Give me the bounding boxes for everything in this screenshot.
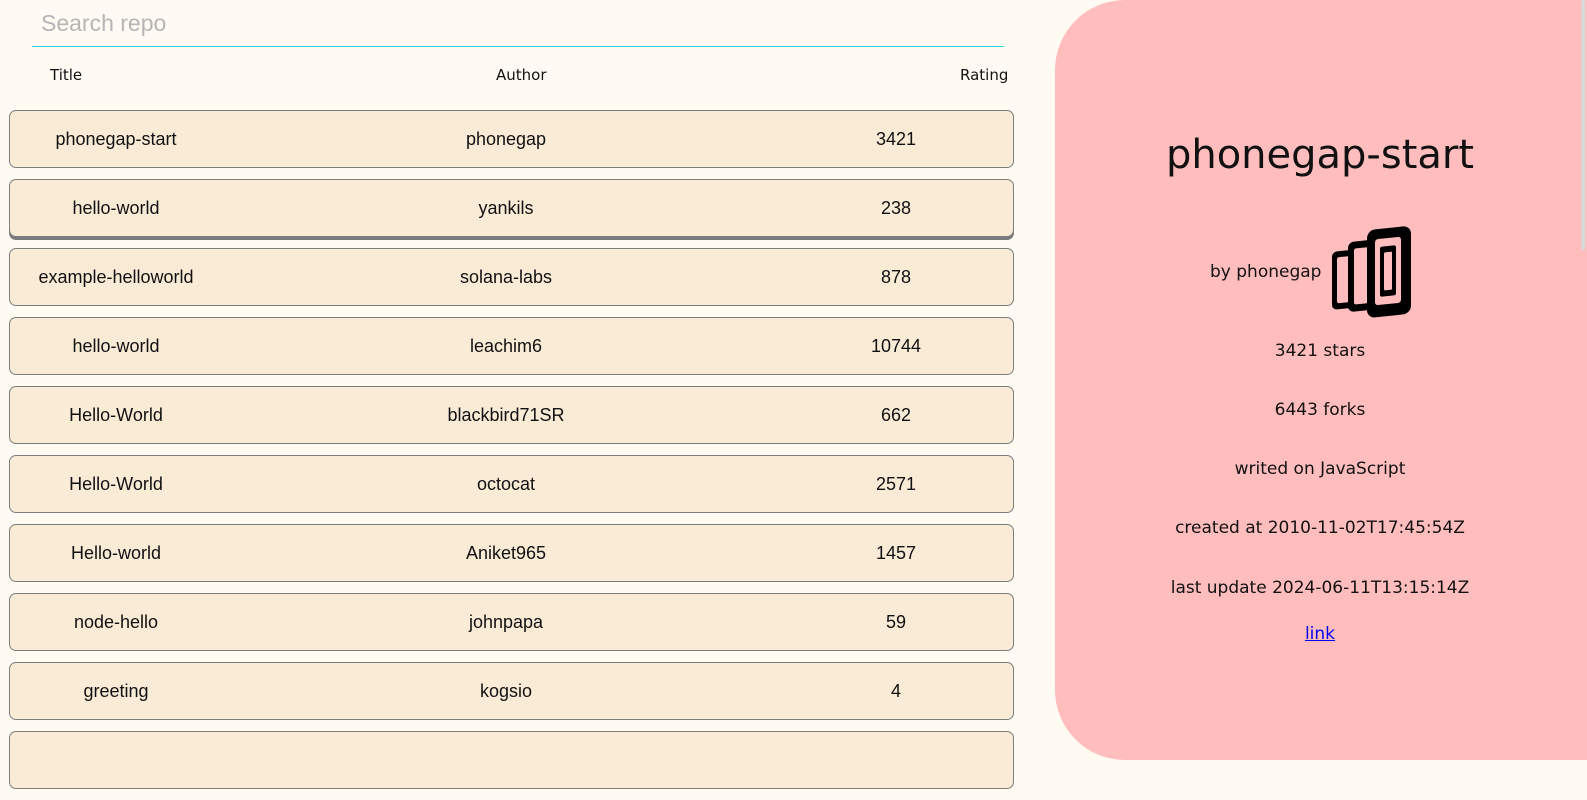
repo-title: Hello-world [70, 543, 162, 563]
search-input[interactable] [32, 0, 1004, 47]
scrollbar-thumb[interactable] [1581, 0, 1585, 250]
detail-repo-name: phonegap-start [1165, 132, 1475, 178]
repo-author: leachim6 [469, 336, 543, 356]
repo-title: hello-world [72, 198, 160, 218]
repo-row[interactable]: greeting kogsio 4 [9, 662, 1014, 720]
repo-row[interactable]: phonegap-start phonegap 3421 [9, 110, 1014, 168]
repo-row[interactable]: Hello-World octocat 2571 [9, 455, 1014, 513]
repo-author: johnpapa [468, 612, 544, 632]
repo-rating: 878 [880, 267, 912, 287]
repo-row[interactable] [9, 731, 1014, 789]
repo-detail-panel: phonegap-start by phonegap 3421 stars 64… [1055, 0, 1587, 760]
detail-repo-link[interactable]: link [1055, 624, 1585, 644]
detail-created: created at 2010-11-02T17:45:54Z [1175, 518, 1465, 538]
repo-row[interactable]: example-helloworld solana-labs 878 [9, 248, 1014, 306]
repo-list: phonegap-start phonegap 3421 hello-world… [9, 110, 1014, 800]
column-header-author[interactable]: Author [496, 66, 547, 84]
repo-title: example-helloworld [38, 267, 194, 287]
repo-rating: 2571 [875, 474, 917, 494]
repo-row[interactable]: node-hello johnpapa 59 [9, 593, 1014, 651]
repo-rating: 10744 [870, 336, 922, 356]
repo-row[interactable]: hello-world leachim6 10744 [9, 317, 1014, 375]
repo-rating: 4 [890, 681, 901, 701]
repo-title: Hello-World [69, 405, 163, 425]
repo-title: Hello-World [69, 474, 163, 494]
column-header-title[interactable]: Title [50, 66, 82, 84]
repo-title: phonegap-start [55, 129, 177, 149]
repo-rating: 238 [880, 198, 912, 218]
repo-title: greeting [83, 681, 149, 701]
detail-forks: 6443 forks [1274, 400, 1366, 420]
repo-row[interactable]: Hello-world Aniket965 1457 [9, 524, 1014, 582]
repo-author: solana-labs [459, 267, 553, 287]
repo-author: octocat [476, 474, 536, 494]
repo-author: blackbird71SR [447, 405, 565, 425]
phonegap-logo-icon [1332, 226, 1411, 318]
repo-author: kogsio [479, 681, 533, 701]
page-scrollbar[interactable] [1579, 0, 1587, 737]
repo-rating: 662 [880, 405, 912, 425]
repo-title: node-hello [73, 612, 159, 632]
detail-stars: 3421 stars [1274, 341, 1366, 361]
repo-rating: 1457 [875, 543, 917, 563]
repo-title: hello-world [72, 336, 160, 356]
repo-rating: 59 [885, 612, 907, 632]
detail-updated: last update 2024-06-11T13:15:14Z [1170, 578, 1470, 598]
detail-author: by phonegap [1210, 262, 1322, 282]
repo-author: phonegap [465, 129, 547, 149]
repo-row[interactable]: Hello-World blackbird71SR 662 [9, 386, 1014, 444]
repo-author: Aniket965 [465, 543, 547, 563]
repo-row[interactable]: hello-world yankils 238 [9, 179, 1014, 237]
detail-language: writed on JavaScript [1234, 459, 1406, 479]
repo-list-pane: Title Author Rating phonegap-start phone… [0, 0, 1020, 789]
repo-rating: 3421 [875, 129, 917, 149]
column-header-rating[interactable]: Rating [960, 66, 1008, 84]
repo-author: yankils [478, 198, 534, 218]
